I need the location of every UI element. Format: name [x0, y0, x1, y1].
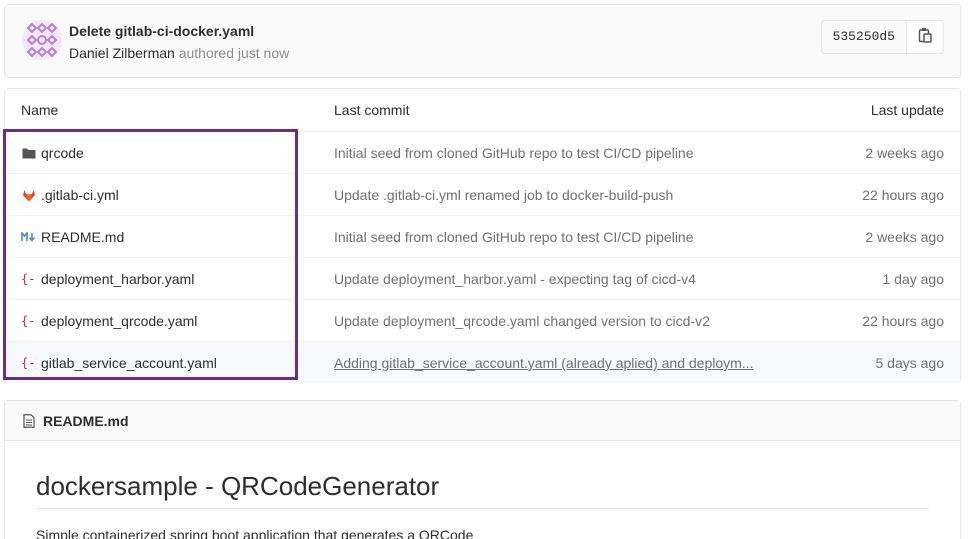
commit-message-link[interactable]: Update deployment_qrcode.yaml changed ve…: [334, 300, 754, 342]
commit-message-link[interactable]: Update deployment_harbor.yaml - expectin…: [334, 258, 754, 300]
commit-message-link[interactable]: Initial seed from cloned GitHub repo to …: [334, 132, 754, 174]
commit-message-link[interactable]: Update .gitlab-ci.yml renamed job to doc…: [334, 174, 754, 216]
avatar[interactable]: [22, 20, 62, 60]
markdown-icon: [21, 229, 37, 245]
svg-text:{-}: {-}: [21, 356, 37, 370]
last-update-time: 22 hours ago: [862, 187, 944, 203]
readme-heading: dockersample - QRCodeGenerator: [36, 471, 440, 501]
commit-message-link[interactable]: Adding gitlab_service_account.yaml (alre…: [334, 342, 754, 384]
readme-header: README.md: [5, 401, 960, 441]
last-update-time: 22 hours ago: [862, 313, 944, 329]
commit-message-link[interactable]: Initial seed from cloned GitHub repo to …: [334, 216, 754, 258]
commit-authored-time: authored just now: [178, 45, 290, 61]
commit-sha[interactable]: 535250d5: [822, 21, 907, 53]
file-name-link[interactable]: gitlab_service_account.yaml: [41, 342, 217, 384]
yaml-icon: {-}: [21, 271, 37, 287]
table-header: Name Last commit Last update: [5, 89, 960, 131]
table-row[interactable]: .gitlab-ci.yml Update .gitlab-ci.yml ren…: [5, 173, 960, 215]
readme-body-text: Simple containerized spring boot applica…: [36, 527, 474, 539]
copy-sha-button[interactable]: [907, 21, 943, 53]
svg-text:{-}: {-}: [21, 314, 37, 328]
table-row[interactable]: README.md Initial seed from cloned GitHu…: [5, 215, 960, 257]
commit-author[interactable]: Daniel Zilberman: [69, 45, 175, 61]
table-row[interactable]: qrcode Initial seed from cloned GitHub r…: [5, 131, 960, 173]
file-text-icon: [21, 413, 37, 429]
yaml-icon: {-}: [21, 313, 37, 329]
last-update-time: 1 day ago: [882, 271, 945, 287]
last-update-time: 2 weeks ago: [865, 229, 944, 245]
table-row[interactable]: {-} deployment_qrcode.yaml Update deploy…: [5, 299, 960, 341]
divider: [36, 508, 929, 509]
last-update-time: 2 weeks ago: [865, 145, 944, 161]
folder-icon: [21, 145, 37, 161]
table-row[interactable]: {-} gitlab_service_account.yaml Adding g…: [5, 341, 960, 383]
file-name-link[interactable]: qrcode: [41, 132, 84, 174]
readme-panel: README.md dockersample - QRCodeGenerator…: [4, 400, 961, 539]
file-name-link[interactable]: README.md: [41, 216, 124, 258]
file-tree-table: Name Last commit Last update qrcode Init…: [4, 88, 961, 383]
last-update-time: 5 days ago: [875, 355, 945, 371]
commit-summary: Delete gitlab-ci-docker.yaml Daniel Zilb…: [4, 4, 961, 78]
header-last-commit: Last commit: [334, 102, 410, 118]
gitlab-icon: [21, 187, 37, 203]
readme-filename[interactable]: README.md: [43, 413, 129, 429]
yaml-icon: {-}: [21, 355, 37, 371]
file-name-link[interactable]: deployment_harbor.yaml: [41, 258, 194, 300]
file-name-link[interactable]: deployment_qrcode.yaml: [41, 300, 197, 342]
header-last-update: Last update: [870, 102, 944, 118]
table-row[interactable]: {-} deployment_harbor.yaml Update deploy…: [5, 257, 960, 299]
commit-title[interactable]: Delete gitlab-ci-docker.yaml: [69, 23, 254, 39]
commit-sha-group: 535250d5: [820, 20, 944, 54]
svg-text:{-}: {-}: [21, 272, 37, 286]
file-name-link[interactable]: .gitlab-ci.yml: [41, 174, 119, 216]
clipboard-icon: [918, 27, 932, 48]
commit-meta: Daniel Zilberman authored just now: [69, 45, 289, 61]
header-name: Name: [21, 102, 59, 118]
